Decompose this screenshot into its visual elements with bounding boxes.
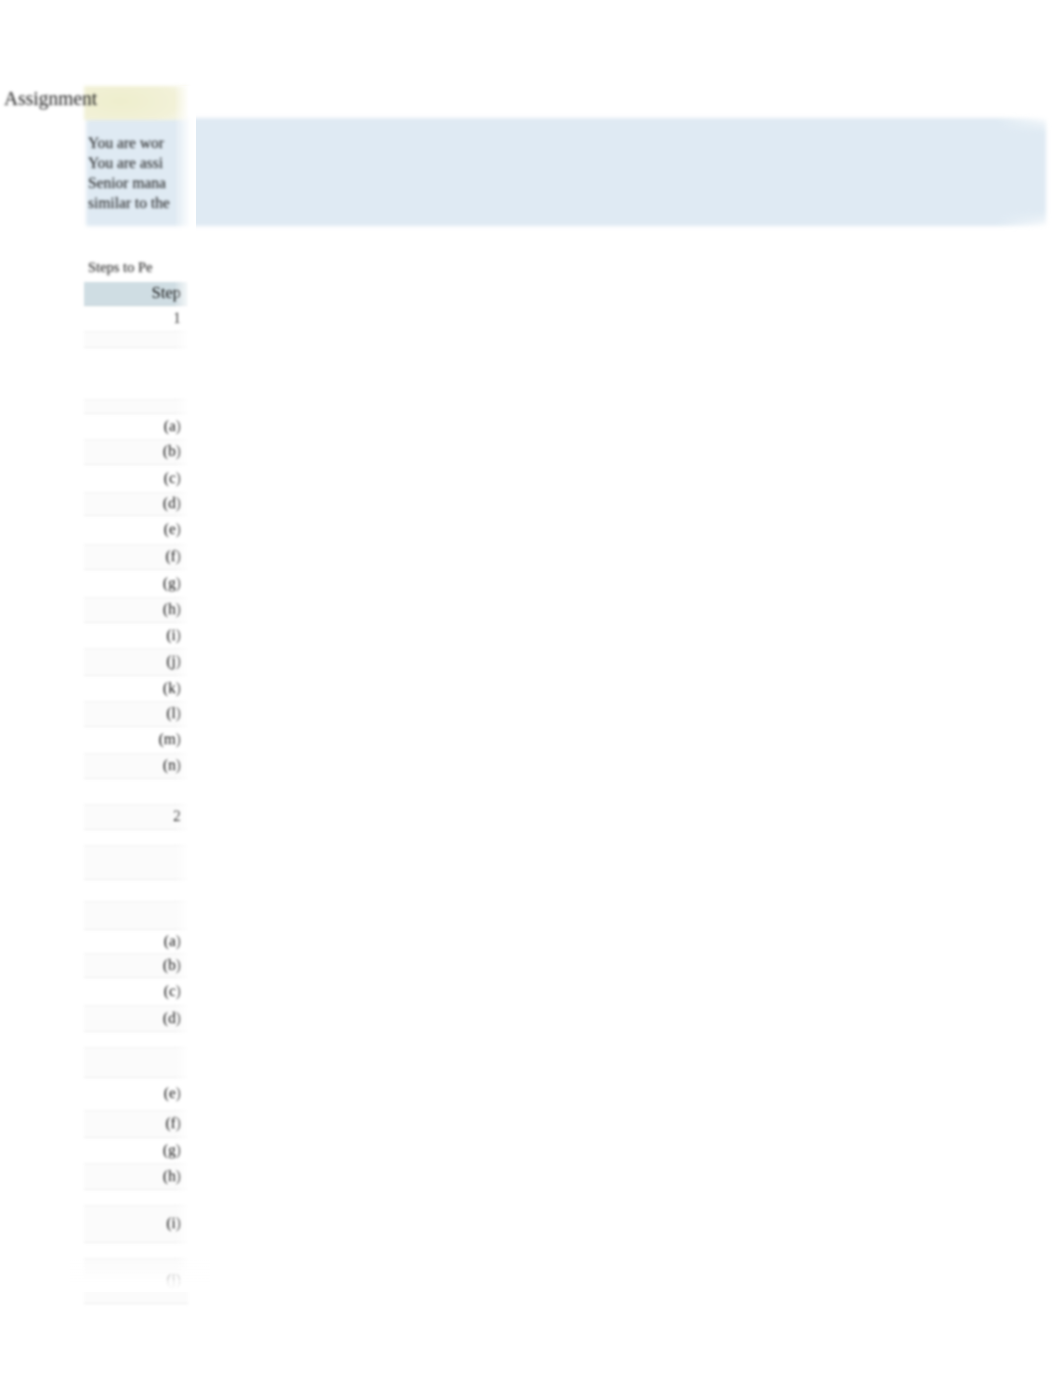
table-row[interactable]: (a) <box>84 930 188 954</box>
table-row[interactable]: (j) <box>84 649 188 676</box>
page-title: Assignment <box>4 89 98 110</box>
table-row[interactable]: (f) <box>84 545 188 570</box>
table-row[interactable]: (j) <box>84 1259 188 1304</box>
steps-table: Step 1 (a) (b) (c) (d) (e) (f) (g) (h) (i) (j) (k) (l… <box>84 282 188 1304</box>
table-row[interactable]: (e) <box>84 1078 188 1111</box>
table-row[interactable]: 1 <box>84 306 188 332</box>
table-row-spacer[interactable] <box>84 880 188 902</box>
table-row[interactable]: (c) <box>84 978 188 1006</box>
table-row-spacer[interactable] <box>84 332 188 348</box>
table-row-spacer[interactable] <box>84 846 188 880</box>
instruction-text: You are wor You are assi Senior mana sim… <box>88 134 188 214</box>
instruction-line-1: You are wor <box>88 135 164 152</box>
table-row[interactable]: (m) <box>84 727 188 754</box>
instruction-line-4: similar to the <box>88 195 170 212</box>
table-row-spacer[interactable] <box>84 1190 188 1206</box>
table-row[interactable]: (k) <box>84 676 188 702</box>
table-row-spacer[interactable] <box>84 1032 188 1048</box>
table-row-spacer[interactable] <box>84 1048 188 1078</box>
step-column-header[interactable]: Step <box>84 282 188 306</box>
table-row[interactable]: (h) <box>84 598 188 623</box>
table-row-spacer[interactable] <box>84 779 188 805</box>
steps-to-perform-caption: Steps to Pe <box>88 260 153 276</box>
table-row[interactable]: (a) <box>84 414 188 440</box>
table-row[interactable]: (b) <box>84 440 188 465</box>
table-row[interactable]: 2 <box>84 805 188 830</box>
table-row[interactable]: (d) <box>84 493 188 516</box>
table-row[interactable]: (e) <box>84 516 188 545</box>
table-row-spacer[interactable] <box>84 400 188 414</box>
table-row-spacer[interactable] <box>84 830 188 846</box>
table-row-spacer[interactable] <box>84 1243 188 1259</box>
table-row[interactable]: (c) <box>84 465 188 493</box>
table-row[interactable]: (f) <box>84 1111 188 1138</box>
table-row[interactable]: (g) <box>84 570 188 598</box>
table-row[interactable]: (g) <box>84 1138 188 1164</box>
table-row[interactable]: (i) <box>84 623 188 649</box>
table-row-spacer[interactable] <box>84 348 188 400</box>
instruction-line-2: You are assi <box>88 155 164 172</box>
table-row-spacer[interactable] <box>84 902 188 930</box>
table-row[interactable]: (b) <box>84 954 188 978</box>
table-row[interactable]: (d) <box>84 1006 188 1032</box>
table-row[interactable]: (n) <box>84 754 188 779</box>
instruction-banner <box>86 118 1046 226</box>
table-row[interactable]: (l) <box>84 702 188 727</box>
spreadsheet-canvas: Assignment You are wor You are assi Seni… <box>0 0 1062 1377</box>
table-row[interactable]: (i) <box>84 1206 188 1243</box>
instruction-line-3: Senior mana <box>88 175 166 192</box>
table-row[interactable]: (h) <box>84 1164 188 1190</box>
